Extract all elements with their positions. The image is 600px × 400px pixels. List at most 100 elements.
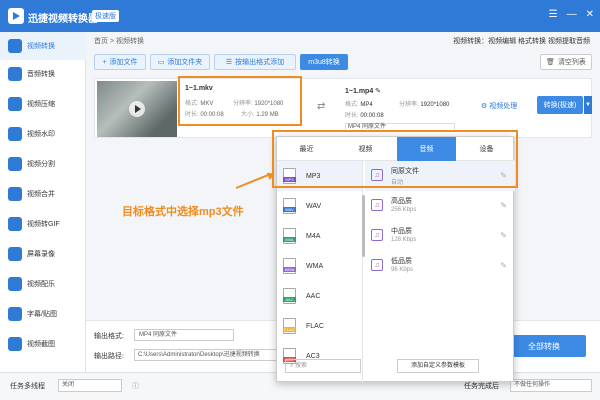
quality-item-medium[interactable]: ♫ 中品质 128 Kbps ✎ [365,221,515,251]
search-placeholder: 搜索 [295,363,308,369]
tab-device[interactable]: 设备 [457,137,516,161]
clear-list-button[interactable]: 🗑 清空列表 [540,54,592,70]
edit-icon[interactable]: ✎ [500,171,507,180]
meta-value: MP4 [360,102,373,108]
folder-icon: ▭ [157,59,165,66]
format-item-aac[interactable]: AAC AAC [277,281,362,311]
minimize-icon[interactable]: — [567,9,577,20]
trash-icon: 🗑 [546,59,555,66]
music-note-icon: ♫ [371,259,383,271]
edit-icon[interactable]: ✎ [500,201,507,210]
plus-icon: + [102,58,107,66]
output-format-dropdown[interactable]: MP4 同原文件 [134,329,234,341]
format-item-wma[interactable]: WMA WMA [277,251,362,281]
flac-file-icon: FLAC [283,318,296,334]
top-links[interactable]: 视频转换：视频编辑 格式转换 视频提取音频 [453,36,590,46]
convert-button[interactable]: 转换(极速) [537,96,583,114]
play-icon[interactable] [129,101,145,117]
quality-item-low[interactable]: ♫ 低品质 96 Kbps ✎ [365,251,515,281]
video-thumbnail[interactable] [97,81,177,137]
meta-label: 时长: [345,113,359,119]
menu-icon[interactable]: ☰ [549,9,558,20]
close-icon[interactable]: ✕ [586,9,594,20]
breadcrumb: 首页 > 视频转换 [94,38,144,45]
format-item-flac[interactable]: FLAC FLAC [277,311,362,341]
compress-icon [8,97,22,111]
after-task-label: 任务完成后 [464,383,499,390]
info-icon[interactable]: ⓘ [132,381,139,391]
screenshot-icon [8,337,22,351]
edit-icon[interactable]: ✎ [500,261,507,270]
add-by-format-button[interactable]: ☰ 按输出格式添加 [214,54,296,70]
sidebar-item-label: 视频合并 [27,191,55,198]
chevron-down-icon[interactable]: ▼ [584,96,592,114]
mp3-file-icon: MP3 [283,168,296,184]
format-tag: M4A [283,237,296,242]
format-name: M4A [306,232,321,240]
output-duration: 时长: 00:00:08 [345,110,384,119]
format-name: AAC [306,292,321,300]
add-folder-button[interactable]: ▭ 添加文件夹 [150,54,210,70]
sidebar-item-merge[interactable]: 视频合并 [0,180,86,208]
format-search-input[interactable]: ⌕ 搜索 [285,359,361,373]
clear-list-label: 清空列表 [557,59,586,66]
edit-pencil-icon[interactable]: ✎ [375,88,381,95]
quality-name: 高品质 [391,198,412,205]
sidebar-item-screenshot[interactable]: 视频截图 [0,330,86,358]
meta-label: 大小: [241,112,255,118]
meta-value: 1.29 MB [256,112,279,118]
file-row[interactable]: 1~1.mkv 格式: MKV 分辨率: 1920*1080 时长: 00:00… [94,78,592,138]
wav-file-icon: WAV [283,198,296,214]
output-format-select[interactable]: MP4 同原文件 [345,123,455,132]
sidebar-item-video-convert[interactable]: 视频转换 [0,32,86,60]
output-path-field[interactable]: C:\Users\Administrator\Desktop\迅捷视频转换 [134,349,294,361]
record-icon [8,247,22,261]
wma-file-icon: WMA [283,258,296,274]
sidebar-item-compress[interactable]: 视频压缩 [0,90,86,118]
sidebar-item-music[interactable]: 视频配乐 [0,270,86,298]
sidebar-item-record[interactable]: 屏幕录像 [0,240,86,268]
sidebar-item-label: 音频转换 [27,71,55,78]
output-file-name-text: 1~1.mp4 [345,88,374,95]
sidebar-item-label: 字幕/贴图 [27,311,57,318]
output-file-name[interactable]: 1~1.mp4 ✎ [345,87,475,95]
sidebar-item-subtitle[interactable]: 字幕/贴图 [0,300,86,328]
window-controls: ☰ — ✕ [549,9,594,20]
tab-audio[interactable]: 音频 [397,137,456,161]
output-format: 格式: MP4 [345,99,373,108]
sidebar-item-label: 视频分割 [27,161,55,168]
sidebar-item-label: 屏幕录像 [27,251,55,258]
quality-name: 中品质 [391,228,412,235]
sidebar-item-label: 视频截图 [27,341,55,348]
video-process-button[interactable]: ⚙ 视频处理 [481,101,517,111]
m3u8-button[interactable]: m3u8转换 [300,54,348,70]
add-folder-label: 添加文件夹 [167,59,203,66]
meta-value: 00:00:08 [200,112,224,118]
quality-item-original[interactable]: ♫ 同原文件 自动 ✎ [365,161,515,191]
add-file-button[interactable]: + 添加文件 [94,54,146,70]
edit-icon[interactable]: ✎ [500,231,507,240]
sidebar-item-watermark[interactable]: 视频水印 [0,120,86,148]
source-file-name: 1~1.mkv [185,85,213,92]
sidebar-item-audio-convert[interactable]: 音频转换 [0,60,86,88]
add-custom-template-button[interactable]: 添加自定义参数模板 [397,359,479,373]
format-item-wav[interactable]: WAV WAV [277,191,362,221]
source-format: 格式: MKV [185,98,213,107]
output-format-label: 输出格式: [94,333,124,340]
tab-video[interactable]: 视频 [336,137,395,161]
tab-recent[interactable]: 最近 [277,137,336,161]
sidebar-item-split[interactable]: 视频分割 [0,150,86,178]
quality-name: 低品质 [391,258,412,265]
music-note-icon: ♫ [371,169,383,181]
format-item-m4a[interactable]: M4A M4A [277,221,362,251]
quality-item-high[interactable]: ♫ 高品质 256 Kbps ✎ [365,191,515,221]
after-task-select[interactable]: 不做任何操作 [510,379,592,392]
format-tag: WMA [283,267,296,272]
quality-bitrate: 256 Kbps [391,207,417,213]
video-process-label: 视频处理 [489,103,518,110]
sidebar-item-gif[interactable]: 视频转GIF [0,210,86,238]
app-title: 迅捷视频转换器 [28,14,98,25]
source-resolution: 分辨率: 1920*1080 [233,98,283,107]
format-item-mp3[interactable]: MP3 MP3 [277,161,362,191]
threads-select[interactable]: 关闭 [58,379,122,392]
